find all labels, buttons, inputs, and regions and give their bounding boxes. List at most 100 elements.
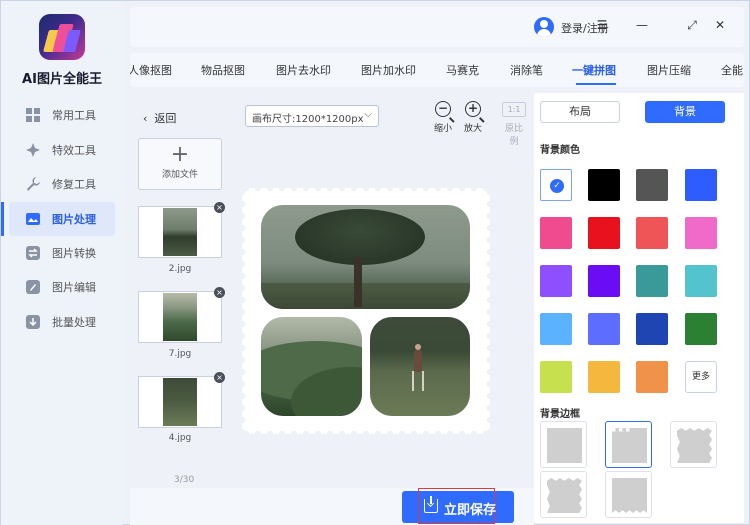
color-swatch[interactable] — [636, 313, 668, 345]
sidebar-item-common-tools[interactable]: 常用工具 — [1, 98, 123, 132]
canvas-size-select[interactable]: 画布尺寸:1200*1200px ⌵ — [245, 105, 379, 127]
plus-icon: + — [170, 142, 190, 167]
image-process-icon — [25, 211, 41, 227]
color-swatch[interactable] — [540, 217, 572, 249]
check-icon: ✓ — [550, 179, 564, 193]
sidebar-item-label: 特效工具 — [52, 143, 96, 157]
color-swatch[interactable] — [540, 361, 572, 393]
color-swatch[interactable] — [685, 313, 717, 345]
thumbnail-image — [163, 208, 197, 256]
tab-compress[interactable]: 图片压缩 — [647, 62, 691, 78]
color-swatch[interactable] — [636, 361, 668, 393]
sidebar-item-effects[interactable]: 特效工具 — [1, 133, 123, 167]
zoom-in-button[interactable]: + 放大 — [460, 101, 486, 134]
file-name: 7.jpg — [168, 349, 192, 359]
batch-icon — [25, 314, 41, 330]
sidebar-item-batch[interactable]: 批量处理 — [1, 305, 123, 339]
tab-remove-watermark[interactable]: 图片去水印 — [276, 62, 331, 78]
app-title: AI图片全能王 — [22, 72, 102, 87]
color-swatch[interactable] — [588, 313, 620, 345]
tab-all-in-one[interactable]: 全能 — [721, 62, 743, 78]
border-option-none[interactable] — [540, 421, 587, 468]
remove-file-icon[interactable]: × — [214, 372, 225, 383]
color-swatch[interactable] — [588, 217, 620, 249]
bg-color-title: 背景颜色 — [540, 145, 580, 156]
maximize-icon[interactable]: ⤢ — [684, 17, 700, 33]
sidebar-item-edit[interactable]: 图片编辑 — [1, 270, 123, 304]
title-bar: 登录/注册 ☰ — ⤢ ✕ — [130, 7, 744, 47]
tab-portrait-cutout[interactable]: 人像抠图 — [130, 62, 172, 78]
grid-icon — [25, 107, 41, 123]
color-swatch[interactable] — [588, 265, 620, 297]
sidebar-item-label: 常用工具 — [52, 109, 96, 122]
sidebar-item-repair[interactable]: 修复工具 — [1, 167, 123, 201]
border-option-zigzag[interactable] — [605, 471, 652, 518]
remove-file-icon[interactable]: × — [214, 202, 225, 213]
tab-background[interactable]: 背景 — [645, 101, 725, 123]
more-colors-button[interactable]: 更多 — [685, 361, 717, 393]
color-swatch[interactable]: ✓ — [540, 169, 572, 201]
color-swatch[interactable] — [588, 169, 620, 201]
sidebar-item-convert[interactable]: 图片转换 — [1, 236, 123, 270]
file-pager: 3/30 — [174, 475, 195, 485]
color-swatch[interactable] — [540, 313, 572, 345]
color-swatch[interactable] — [685, 169, 717, 201]
wrench-icon — [25, 176, 41, 192]
thumbnail-image — [163, 293, 197, 341]
add-file-button[interactable]: + 添加文件 — [138, 138, 222, 190]
collage-photo-tree[interactable] — [261, 205, 470, 309]
collage-photo-hills[interactable] — [261, 317, 362, 416]
color-swatch[interactable] — [685, 265, 717, 297]
sidebar: AI图片全能王 常用工具 特效工具 修复工具 图片处理 图片转换 图片编辑 批量… — [1, 1, 123, 525]
color-swatch[interactable] — [685, 217, 717, 249]
app-window: AI图片全能王 常用工具 特效工具 修复工具 图片处理 图片转换 图片编辑 批量… — [0, 0, 750, 525]
zoom-out-button[interactable]: − 缩小 — [430, 101, 456, 134]
file-thumbnail[interactable]: × — [138, 287, 225, 343]
border-option-stamp[interactable] — [605, 421, 652, 468]
file-thumbnail[interactable]: × — [138, 372, 225, 428]
sidebar-item-label: 修复工具 — [52, 178, 96, 191]
tab-add-watermark[interactable]: 图片加水印 — [361, 62, 416, 78]
stamp-edge — [242, 430, 490, 438]
color-swatch[interactable] — [540, 265, 572, 297]
collage-canvas[interactable] — [238, 184, 494, 438]
color-swatch[interactable] — [588, 361, 620, 393]
edit-icon — [25, 279, 41, 295]
active-tab-indicator — [576, 83, 616, 85]
menu-icon[interactable]: ☰ — [594, 17, 610, 33]
close-icon[interactable]: ✕ — [712, 17, 728, 33]
remove-file-icon[interactable]: × — [214, 287, 225, 298]
file-name: 2.jpg — [168, 264, 192, 274]
sidebar-nav: 常用工具 特效工具 修复工具 图片处理 图片转换 图片编辑 批量处理 — [1, 98, 123, 339]
tab-object-cutout[interactable]: 物品抠图 — [201, 62, 245, 78]
save-button[interactable]: 立即保存 — [402, 488, 514, 524]
color-swatch[interactable] — [636, 169, 668, 201]
tab-mosaic[interactable]: 马赛克 — [446, 62, 479, 78]
minimize-icon[interactable]: — — [634, 17, 650, 33]
zoom-out-icon: − — [435, 101, 451, 117]
tab-layout[interactable]: 布局 — [540, 101, 620, 123]
tool-tabs: 人像抠图 物品抠图 图片去水印 图片加水印 马赛克 消除笔 一键拼图 图片压缩 … — [130, 53, 744, 87]
stamp-edge — [242, 184, 490, 192]
download-icon — [424, 496, 438, 513]
collage-photo-person[interactable] — [370, 317, 470, 416]
color-swatch[interactable] — [636, 265, 668, 297]
back-button[interactable]: ‹ 返回 — [143, 110, 176, 126]
border-option-rough[interactable] — [540, 471, 587, 518]
tab-collage[interactable]: 一键拼图 — [572, 62, 616, 78]
bg-border-title: 背景边框 — [540, 409, 580, 420]
zoom-in-icon: + — [465, 101, 481, 117]
sidebar-item-label: 图片处理 — [52, 212, 96, 226]
original-ratio-button[interactable]: 1:1 原比例 — [501, 102, 527, 147]
chevron-down-icon: ⌵ — [364, 109, 372, 120]
color-swatch[interactable] — [636, 217, 668, 249]
border-option-wave[interactable] — [670, 421, 717, 468]
convert-icon — [25, 245, 41, 261]
sidebar-item-image-process[interactable]: 图片处理 — [1, 201, 115, 236]
tab-eraser[interactable]: 消除笔 — [510, 62, 543, 78]
sidebar-item-label: 图片编辑 — [52, 281, 96, 294]
avatar[interactable] — [534, 17, 554, 37]
sidebar-item-label: 图片转换 — [52, 246, 96, 260]
file-thumbnail[interactable]: × — [138, 202, 225, 258]
file-name: 4.jpg — [168, 433, 192, 443]
